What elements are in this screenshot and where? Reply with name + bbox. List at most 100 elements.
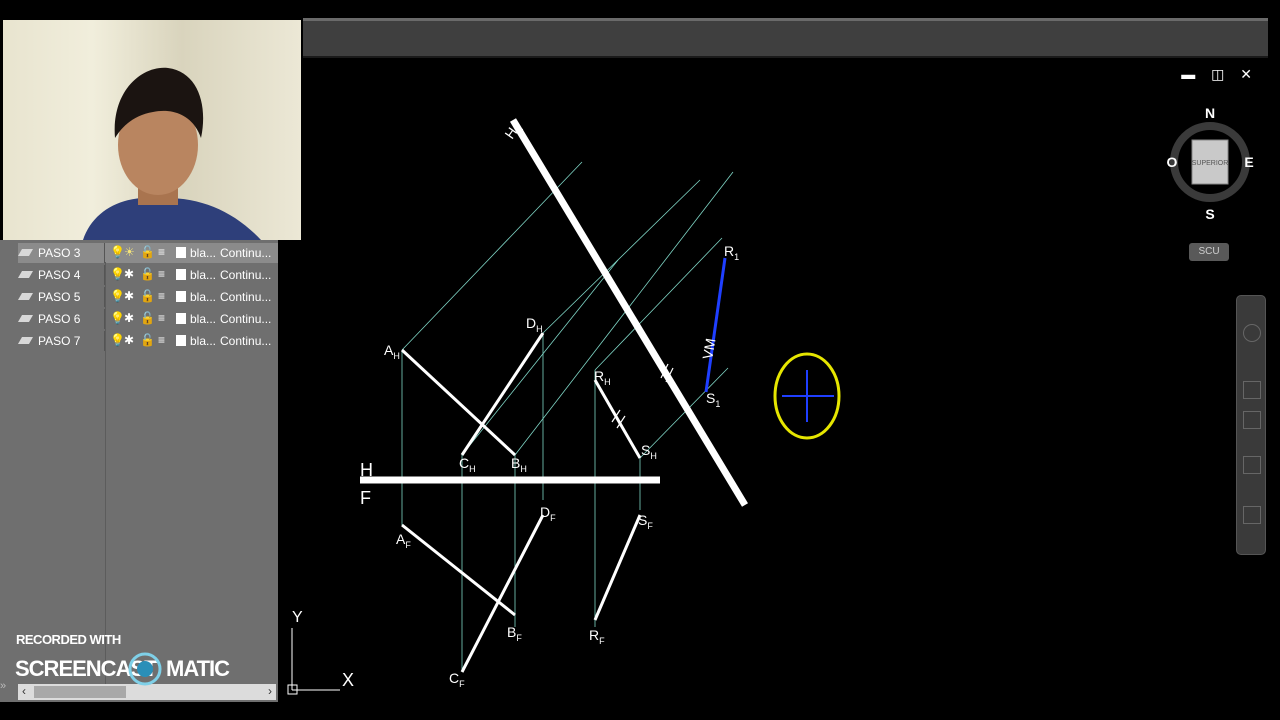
label-ah: AH: [384, 342, 400, 361]
lightbulb-icon[interactable]: 💡: [110, 267, 125, 281]
drawing-tab-bar: [303, 18, 1268, 58]
label-h: H: [360, 460, 373, 480]
label-af: AF: [396, 531, 411, 550]
scroll-left-icon[interactable]: ‹: [22, 684, 26, 698]
column-divider: [105, 262, 106, 692]
layer-row-paso-7[interactable]: PASO 7 💡 ✱ 🔓 ≡ bla... Continu...: [17, 331, 278, 351]
lock-icon[interactable]: 🔓: [140, 289, 155, 303]
color-swatch[interactable]: [176, 313, 186, 324]
print-icon[interactable]: ≡: [158, 333, 165, 347]
layer-icon: [17, 271, 34, 278]
layer-name: PASO 3: [38, 246, 81, 260]
label-df: DF: [540, 504, 556, 523]
compass-west[interactable]: O: [1167, 154, 1178, 170]
screencast-logo-icon: [128, 652, 162, 686]
layer-linetype[interactable]: Continu...: [220, 334, 271, 348]
lock-icon[interactable]: 🔓: [140, 333, 155, 347]
freeze-icon[interactable]: ✱: [124, 267, 134, 281]
scroll-right-icon[interactable]: ›: [268, 684, 272, 698]
label-vm: VM: [699, 337, 718, 360]
drawing-canvas[interactable]: AH DH RH CH BH SH AF DF SF BF RF CF R1 S…: [280, 56, 1280, 720]
layer-row-paso-3[interactable]: PASO 3 💡 ☀ 🔓 ≡ bla... Continu...: [17, 243, 278, 263]
ucs-y-label: Y: [292, 609, 303, 626]
layer-color[interactable]: bla...: [190, 246, 216, 260]
print-icon[interactable]: ≡: [158, 311, 165, 325]
lightbulb-icon[interactable]: 💡: [110, 311, 125, 325]
true-length-line: [704, 257, 727, 393]
layer-name: PASO 4: [38, 268, 81, 282]
color-swatch[interactable]: [176, 269, 186, 280]
layer-color[interactable]: bla...: [190, 290, 216, 304]
layer-linetype[interactable]: Continu...: [220, 246, 271, 260]
layer-name: PASO 5: [38, 290, 81, 304]
ucs-menu-button[interactable]: SCU: [1189, 243, 1229, 261]
lightbulb-icon[interactable]: 💡: [110, 289, 125, 303]
watermark-line1: RECORDED WITH: [16, 632, 121, 647]
label-s1: S1: [706, 390, 720, 409]
compass-east[interactable]: E: [1244, 154, 1253, 170]
layer-row-paso-5[interactable]: PASO 5 💡 ✱ 🔓 ≡ bla... Continu...: [17, 287, 278, 307]
label-dh: DH: [526, 315, 543, 334]
compass-south[interactable]: S: [1205, 206, 1214, 222]
watermark-brand-right: MATIC: [166, 656, 230, 681]
layer-name: PASO 7: [38, 334, 81, 348]
layer-icon: [17, 315, 34, 322]
color-swatch[interactable]: [176, 335, 186, 346]
h1-fold-line: [510, 118, 748, 507]
label-sf: SF: [638, 512, 653, 531]
compass-north[interactable]: N: [1205, 105, 1215, 121]
layer-row-paso-4[interactable]: PASO 4 💡 ✱ 🔓 ≡ bla... Continu...: [17, 265, 278, 285]
layer-linetype[interactable]: Continu...: [220, 312, 271, 326]
label-sh: SH: [641, 442, 657, 461]
horizontal-scrollbar[interactable]: ‹ ›: [18, 684, 276, 700]
lock-icon[interactable]: 🔓: [140, 267, 155, 281]
layer-color[interactable]: bla...: [190, 334, 216, 348]
top-strip: [303, 18, 1268, 21]
layer-icon: [17, 337, 34, 344]
viewcube[interactable]: SUPERIOR N S E O: [1160, 98, 1260, 223]
ucs-icon: [287, 628, 340, 695]
print-icon[interactable]: ≡: [158, 245, 165, 259]
sun-freeze-icon[interactable]: ☀: [124, 245, 135, 259]
projector-lines: [401, 161, 734, 672]
showmotion-icon[interactable]: [1243, 506, 1261, 524]
layer-linetype[interactable]: Continu...: [220, 268, 271, 282]
pan-icon[interactable]: [1243, 381, 1261, 399]
expand-panel-icon[interactable]: »: [0, 680, 6, 692]
color-swatch[interactable]: [176, 291, 186, 302]
lightbulb-icon[interactable]: 💡: [110, 245, 125, 259]
webcam-person-icon: [83, 67, 261, 240]
divider: [104, 243, 105, 263]
navigation-bar[interactable]: [1236, 295, 1266, 555]
layer-color[interactable]: bla...: [190, 312, 216, 326]
crosshair-cursor-icon: [773, 352, 841, 440]
viewcube-face-label: SUPERIOR: [1192, 160, 1229, 167]
layer-linetype[interactable]: Continu...: [220, 290, 271, 304]
label-bf: BF: [507, 624, 522, 643]
lightbulb-icon[interactable]: 💡: [110, 333, 125, 347]
webcam-overlay: [3, 20, 301, 240]
layer-name: PASO 6: [38, 312, 81, 326]
ucs-x-label: X: [342, 670, 354, 690]
layer-row-paso-6[interactable]: PASO 6 💡 ✱ 🔓 ≡ bla... Continu...: [17, 309, 278, 329]
label-f: F: [360, 488, 371, 508]
layer-icon: [17, 293, 34, 300]
layer-icon: [17, 249, 34, 256]
orbit-icon[interactable]: [1243, 456, 1261, 474]
lock-icon[interactable]: 🔓: [140, 311, 155, 325]
layer-color[interactable]: bla...: [190, 268, 216, 282]
freeze-icon[interactable]: ✱: [124, 289, 134, 303]
freeze-icon[interactable]: ✱: [124, 311, 134, 325]
parallel-marks: [611, 363, 674, 429]
zoom-icon[interactable]: [1243, 411, 1261, 429]
print-icon[interactable]: ≡: [158, 267, 165, 281]
label-rf: RF: [589, 627, 605, 646]
color-swatch[interactable]: [176, 247, 186, 258]
label-cf: CF: [449, 670, 465, 689]
freeze-icon[interactable]: ✱: [124, 333, 134, 347]
label-bh: BH: [511, 455, 527, 474]
lock-icon[interactable]: 🔓: [140, 245, 155, 259]
steering-wheel-icon[interactable]: [1243, 324, 1261, 342]
print-icon[interactable]: ≡: [158, 289, 165, 303]
scroll-thumb[interactable]: [34, 686, 126, 698]
